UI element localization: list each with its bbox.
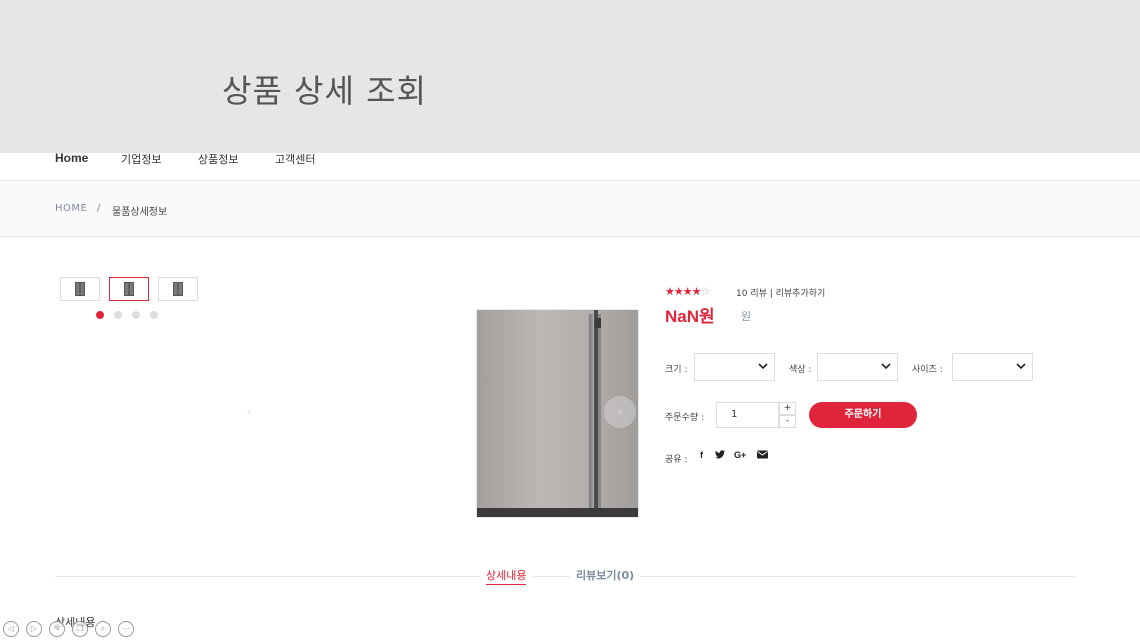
fridge-handle <box>589 314 593 514</box>
star-icon: ★ <box>682 285 693 298</box>
tab-reviews[interactable]: 리뷰보기(0) <box>570 567 641 583</box>
breadcrumb-separator: / <box>97 203 101 214</box>
mail-icon[interactable] <box>757 450 768 461</box>
breadcrumb-home-link[interactable]: HOME <box>55 203 87 214</box>
review-summary-link[interactable]: 10 리뷰 | 리뷰추가하기 <box>736 286 825 299</box>
breadcrumb: HOME / 물품상세정보 <box>0 182 1140 237</box>
tab-detail-label: 상세내용 <box>486 569 527 585</box>
fridge-thumbnail-image <box>75 282 85 296</box>
star-icon: ★ <box>665 285 675 298</box>
dimension-select[interactable] <box>952 353 1033 381</box>
previous-slide-icon[interactable]: ◁ <box>3 621 19 637</box>
next-slide-icon[interactable]: ▷ <box>26 621 42 637</box>
nav-item-home[interactable]: Home <box>55 151 88 165</box>
color-select[interactable] <box>817 353 898 381</box>
copy-icon[interactable]: ❐ <box>72 621 88 637</box>
fridge-thumbnail-image <box>124 282 134 296</box>
share-label: 공유 : <box>665 455 688 465</box>
star-empty-icon: ☆ <box>700 285 711 298</box>
quantity-label: 주문수량 : <box>665 413 705 423</box>
google-plus-icon[interactable]: G+ <box>734 450 746 460</box>
main-navigation: Home 기업정보 상품정보 고객센터 <box>0 151 1140 181</box>
fridge-base <box>477 508 638 517</box>
quantity-input[interactable]: 1 <box>716 402 779 428</box>
tab-detail[interactable]: 상세내용 <box>480 567 533 585</box>
chevron-down-icon <box>881 363 891 370</box>
dimension-option-label: 사이즈 : <box>912 365 943 375</box>
carousel-dot[interactable] <box>114 311 122 319</box>
product-price: NaN원 <box>665 307 715 326</box>
product-thumbnail-active[interactable] <box>109 277 149 301</box>
page-banner: 상품 상세 조회 <box>0 0 1140 153</box>
chevron-right-icon[interactable]: › <box>604 396 636 428</box>
size-option-label: 크기 : <box>665 365 688 375</box>
product-thumbnail[interactable] <box>158 277 198 301</box>
carousel-dot-active[interactable] <box>96 311 104 319</box>
nav-item-customer-center[interactable]: 고객센터 <box>275 151 315 167</box>
chevron-left-icon[interactable]: ‹ <box>233 396 265 428</box>
fridge-panel <box>595 318 601 328</box>
breadcrumb-current: 물품상세정보 <box>112 207 168 218</box>
product-thumbnail[interactable] <box>60 277 100 301</box>
fridge-thumbnail-image <box>173 282 183 296</box>
price-unit: 원 <box>741 310 752 323</box>
tab-divider <box>55 576 1075 577</box>
color-option-label: 색상 : <box>789 365 812 375</box>
quantity-decrease-button[interactable]: - <box>779 415 796 428</box>
quantity-increase-button[interactable]: + <box>779 402 796 415</box>
nav-item-company-info[interactable]: 기업정보 <box>121 151 161 167</box>
star-icon: ★ <box>691 285 702 298</box>
chevron-down-icon <box>1016 363 1026 370</box>
twitter-icon[interactable] <box>715 450 725 461</box>
star-icon: ★ <box>673 285 684 298</box>
facebook-icon[interactable]: f <box>700 450 703 460</box>
chevron-down-icon <box>758 363 768 370</box>
carousel-dot[interactable] <box>150 311 158 319</box>
carousel-dot[interactable] <box>132 311 140 319</box>
page-title: 상품 상세 조회 <box>222 72 427 110</box>
nav-item-product-info[interactable]: 상품정보 <box>198 151 238 167</box>
pen-icon[interactable]: ✎ <box>49 621 65 637</box>
order-button[interactable]: 주문하기 <box>809 402 917 428</box>
more-options-icon[interactable]: ⋯ <box>118 621 134 637</box>
zoom-icon[interactable]: ⌕ <box>95 621 111 637</box>
star-rating: ★★★★☆ <box>665 285 711 298</box>
size-select[interactable] <box>694 353 775 381</box>
fridge-handle <box>598 314 601 514</box>
